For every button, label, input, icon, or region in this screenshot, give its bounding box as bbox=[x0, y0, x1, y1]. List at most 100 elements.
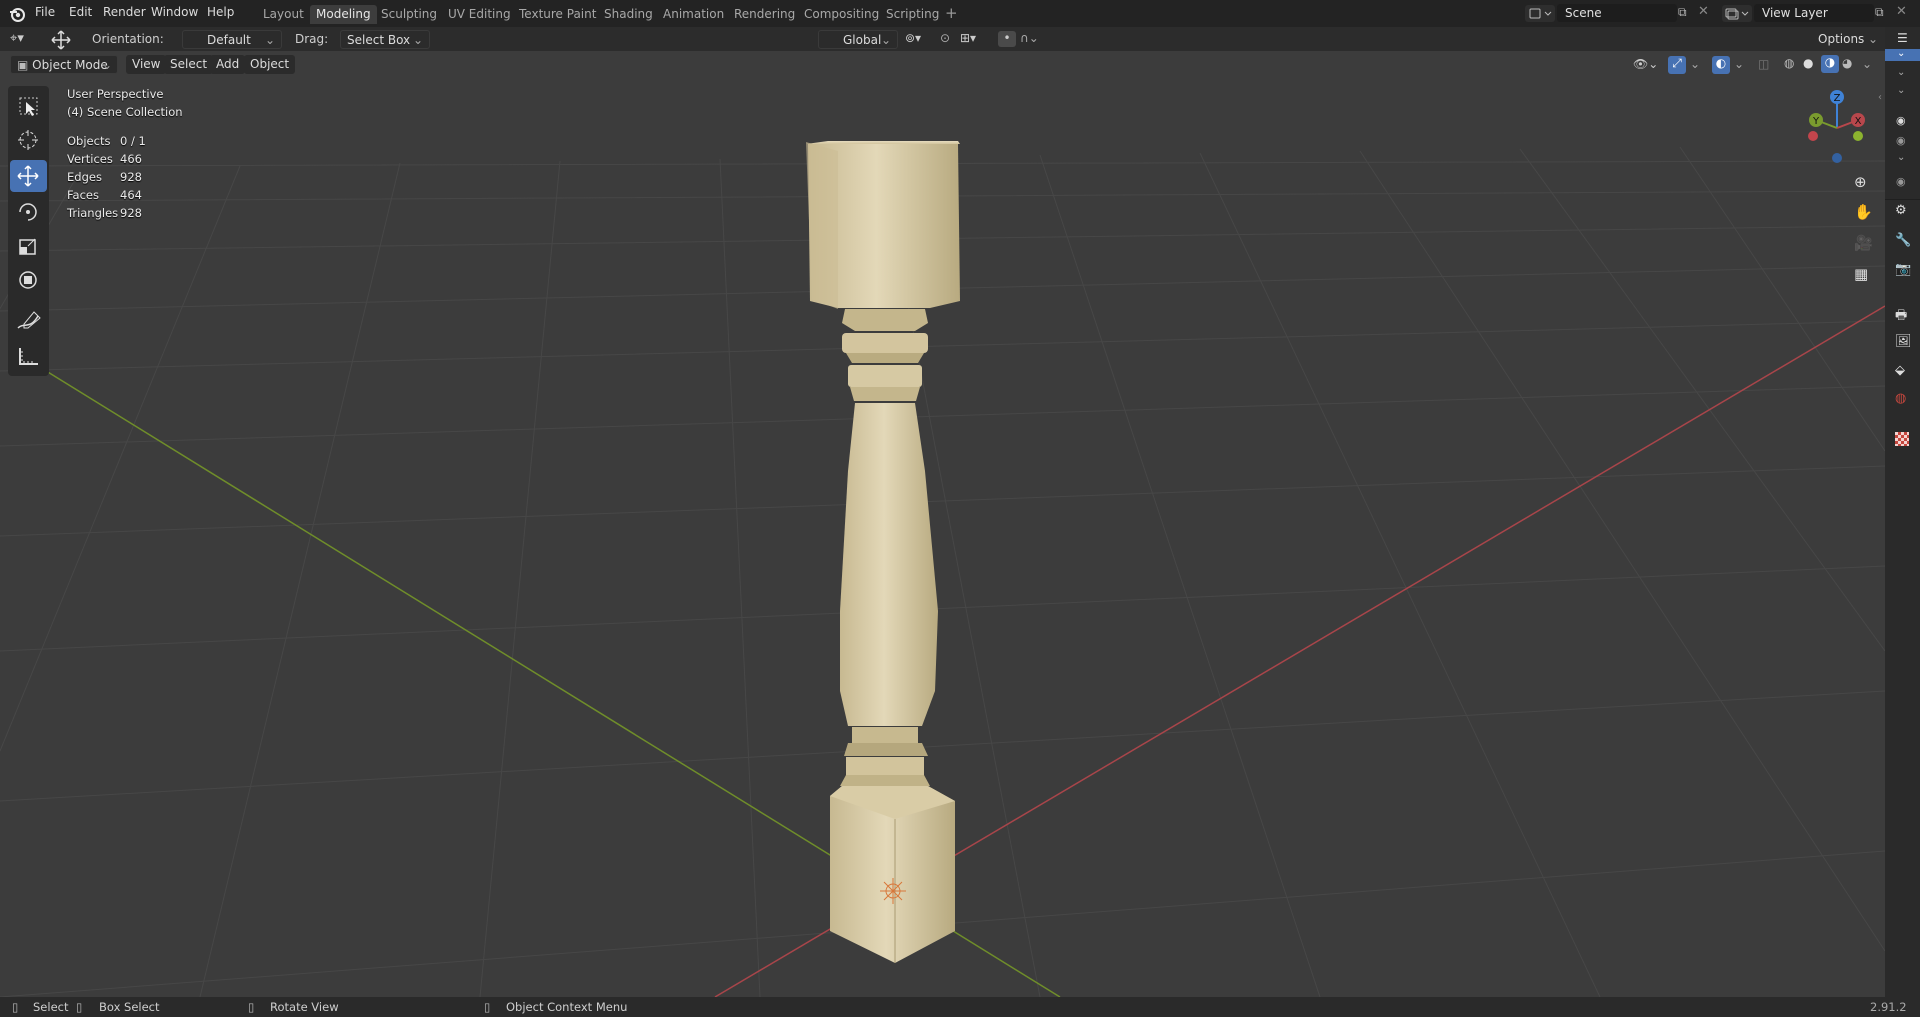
perspective-toggle-button[interactable]: ▦ bbox=[1849, 262, 1875, 288]
gizmo-options-chevron-icon[interactable]: ⌄ bbox=[1690, 57, 1700, 71]
measure-tool[interactable] bbox=[10, 340, 47, 372]
world-properties-icon[interactable]: ◍ bbox=[1895, 391, 1906, 406]
top-bar: File Edit Render Window Help Layout Mode… bbox=[0, 0, 1920, 27]
menu-object[interactable]: Object bbox=[244, 55, 296, 74]
editor-type-icon[interactable]: ⌖▾ bbox=[10, 31, 24, 46]
scene-close-icon[interactable]: ✕ bbox=[1698, 4, 1709, 19]
eye-icon[interactable]: ◉ bbox=[1896, 114, 1906, 127]
proportional-edit-icon[interactable]: • bbox=[998, 31, 1016, 47]
pivot-point-icon[interactable]: ⊚▾ bbox=[905, 31, 921, 45]
texture-properties-icon[interactable] bbox=[1895, 432, 1909, 446]
menu-select[interactable]: Select bbox=[164, 55, 214, 74]
view-layer-name-field[interactable]: View Layer bbox=[1754, 4, 1874, 22]
solid-shading-icon[interactable]: ● bbox=[1803, 56, 1813, 70]
navigation-gizmo[interactable]: Z X Y bbox=[1797, 85, 1877, 170]
blender-logo-icon[interactable] bbox=[8, 5, 26, 23]
output-properties-icon[interactable]: 🖶 bbox=[1895, 306, 1907, 328]
eye-icon[interactable]: ◉ bbox=[1896, 134, 1906, 147]
orientation-label: Orientation: bbox=[92, 32, 164, 46]
viewport-3d[interactable] bbox=[0, 51, 1885, 997]
drag-dropdown[interactable]: Select Box ⌄ bbox=[340, 30, 430, 49]
wireframe-shading-icon[interactable]: ◍ bbox=[1784, 56, 1794, 70]
stat-label: Vertices bbox=[67, 152, 113, 166]
menu-file[interactable]: File bbox=[35, 5, 55, 19]
transform-orientation-dropdown[interactable]: Global ⌄ bbox=[818, 30, 898, 49]
render-properties-icon[interactable]: 📷 bbox=[1895, 262, 1911, 277]
scene-properties-icon[interactable]: ⬙ bbox=[1895, 363, 1905, 378]
stat-label: Objects bbox=[67, 134, 111, 148]
gizmo-neg-x-handle[interactable] bbox=[1808, 131, 1818, 141]
tab-layout[interactable]: Layout bbox=[257, 5, 310, 24]
view-layer-new-icon[interactable]: ⧉ bbox=[1875, 5, 1884, 20]
rendered-shading-icon[interactable]: ◕ bbox=[1842, 56, 1852, 70]
tab-uv-editing[interactable]: UV Editing bbox=[442, 5, 517, 24]
gizmo-neg-y-handle[interactable] bbox=[1853, 131, 1863, 141]
scale-tool[interactable] bbox=[10, 230, 47, 262]
mode-value: Object Mode bbox=[32, 58, 108, 72]
tab-texture-paint[interactable]: Texture Paint bbox=[513, 5, 602, 24]
material-preview-shading-icon[interactable]: ◑ bbox=[1821, 55, 1839, 73]
sidebar-toggle-icon[interactable]: ‹ bbox=[1878, 92, 1882, 103]
object-mode-icon: ▣ bbox=[17, 58, 29, 72]
mode-dropdown[interactable]: ▣ Object Mode ⌄ bbox=[10, 55, 118, 74]
options-label: Options bbox=[1818, 32, 1865, 46]
options-dropdown[interactable]: Options ⌄ bbox=[1812, 30, 1880, 49]
orientation-value: Default bbox=[207, 33, 251, 47]
visibility-icon[interactable]: 👁⌄ bbox=[1633, 57, 1658, 71]
pan-view-button[interactable]: ✋ bbox=[1849, 200, 1875, 226]
eye-icon[interactable]: ◉ bbox=[1896, 175, 1906, 188]
tab-shading[interactable]: Shading bbox=[598, 5, 659, 24]
tool-settings-header: ⌖▾ Orientation: Default ⌄ Drag: Select B… bbox=[0, 27, 1885, 51]
chevron-down-icon: ⌄ bbox=[880, 33, 891, 47]
status-bar: ▯ Select ▯ Box Select ▯ Rotate View ▯ Ob… bbox=[0, 997, 1920, 1017]
tab-animation[interactable]: Animation bbox=[657, 5, 730, 24]
menu-render[interactable]: Render bbox=[103, 5, 146, 19]
wrench-icon[interactable]: 🔧 bbox=[1895, 233, 1911, 248]
outliner-icon[interactable]: ☰ bbox=[1897, 31, 1908, 45]
rotate-tool[interactable] bbox=[10, 196, 47, 228]
view-layer-properties-icon[interactable]: 🖼 bbox=[1895, 334, 1912, 349]
menu-edit[interactable]: Edit bbox=[69, 5, 92, 19]
menu-add[interactable]: Add bbox=[210, 55, 246, 74]
tool-properties-icon[interactable]: ⚙ bbox=[1895, 203, 1907, 218]
cursor-tool[interactable] bbox=[10, 124, 47, 156]
orientation-dropdown[interactable]: Default ⌄ bbox=[182, 30, 282, 49]
gizmo-neg-z-handle[interactable] bbox=[1832, 153, 1842, 163]
shading-options-chevron-icon[interactable]: ⌄ bbox=[1862, 57, 1872, 71]
select-box-tool[interactable] bbox=[10, 90, 47, 122]
transform-tool[interactable] bbox=[10, 264, 47, 296]
tab-modeling[interactable]: Modeling bbox=[310, 5, 377, 24]
scene-browse-icon[interactable] bbox=[1525, 5, 1555, 22]
menu-window[interactable]: Window bbox=[151, 5, 198, 19]
tab-rendering[interactable]: Rendering bbox=[728, 5, 801, 24]
add-workspace-icon[interactable]: + bbox=[945, 4, 958, 22]
status-select: Select bbox=[33, 1000, 69, 1014]
menu-help[interactable]: Help bbox=[207, 5, 234, 19]
gizmo-y-label: Y bbox=[1812, 116, 1820, 127]
tab-compositing[interactable]: Compositing bbox=[798, 5, 885, 24]
stat-label: Triangles bbox=[67, 206, 119, 220]
tab-sculpting[interactable]: Sculpting bbox=[375, 5, 443, 24]
menu-view[interactable]: View bbox=[126, 55, 167, 74]
overlays-toggle-icon[interactable]: ◐ bbox=[1712, 56, 1730, 74]
chevron-down-icon[interactable]: ⌄ bbox=[1897, 85, 1905, 96]
hand-icon: ✋ bbox=[1854, 203, 1873, 221]
scene-new-icon[interactable]: ⧉ bbox=[1678, 5, 1687, 20]
tab-scripting[interactable]: Scripting bbox=[880, 5, 945, 24]
annotate-tool[interactable] bbox=[10, 304, 47, 336]
view-layer-browse-icon[interactable] bbox=[1722, 5, 1752, 22]
chevron-down-icon[interactable]: ⌄ bbox=[1897, 67, 1905, 78]
falloff-icon[interactable]: ∩⌄ bbox=[1020, 31, 1039, 45]
gizmo-toggle-icon[interactable]: ⤢ bbox=[1668, 56, 1686, 74]
scene-name-field[interactable]: Scene bbox=[1557, 4, 1677, 22]
snap-target-icon[interactable]: ⊞▾ bbox=[960, 31, 976, 45]
move-tool[interactable] bbox=[10, 160, 47, 192]
snap-toggle-icon[interactable]: ⊙ bbox=[940, 31, 950, 45]
camera-view-button[interactable]: 🎥 bbox=[1849, 231, 1875, 257]
zoom-view-button[interactable]: ⊕ bbox=[1849, 170, 1875, 196]
xray-toggle-icon[interactable]: ◫ bbox=[1758, 57, 1769, 71]
version-label: 2.91.2 bbox=[1870, 1000, 1907, 1014]
chevron-down-icon[interactable]: ⌄ bbox=[1897, 152, 1905, 163]
overlays-options-chevron-icon[interactable]: ⌄ bbox=[1734, 57, 1744, 71]
view-layer-close-icon[interactable]: ✕ bbox=[1896, 4, 1907, 19]
